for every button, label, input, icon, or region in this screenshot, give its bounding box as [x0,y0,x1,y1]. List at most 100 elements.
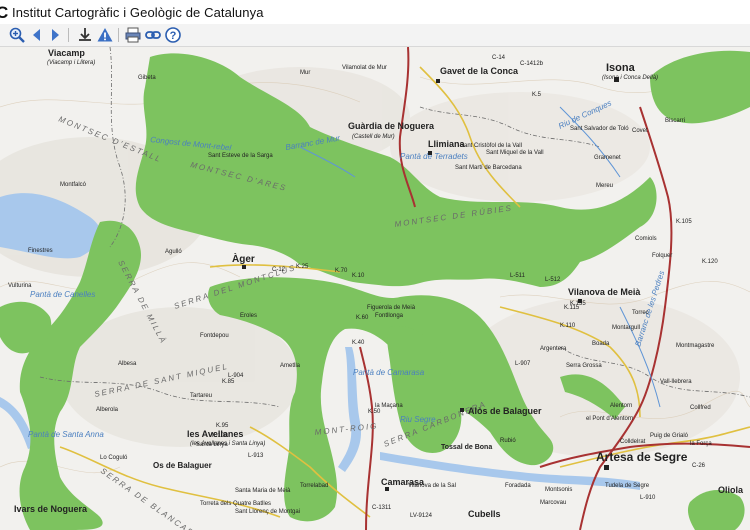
village-label: Puig de Grialó [650,433,689,439]
village-label: Fontllonga [375,313,404,319]
road-label: L-907 [515,361,531,367]
village-label: Torrec [632,310,649,316]
village-label: Folquer [652,253,672,259]
town-sub-label: (Viacamp i Llitera) [47,60,95,66]
village-label: Lo Coguló [100,455,128,461]
village-label: Montfalcó [60,182,87,188]
village-label: Montsonis [545,487,572,493]
town-label: Oliola [718,485,744,495]
village-label: Boada [592,341,610,347]
download-icon[interactable] [76,26,94,44]
village-label: Montargull [612,325,640,331]
village-label: Santa Linya [196,442,228,448]
help-icon[interactable]: ? [164,26,182,44]
village-label: Figuerola de Meià [367,305,416,311]
village-label: Argentera [540,346,567,352]
toolbar-separator [118,28,119,42]
village-label: Rubió [500,438,516,444]
warning-icon[interactable] [96,26,114,44]
village-label: Sant Martí de Barcedana [455,165,522,171]
print-icon[interactable] [124,26,142,44]
town-label: Cubells [468,509,501,519]
village-label: Albesa [118,361,137,367]
village-label: la Força [690,441,712,447]
town-sub-label: (Castell de Mur) [352,134,395,140]
road-label: K.105 [676,219,692,225]
map-toolbar: ? [0,24,750,47]
toolbar-separator [68,28,69,42]
title-bar: C Institut Cartogràfic i Geològic de Cat… [0,0,750,25]
village-label: Tudela de Segre [605,483,650,489]
road-label: C-1412b [520,61,544,67]
village-label: Torrelabad [300,483,328,489]
road-label: L-910 [640,495,656,501]
village-label: Vall-llebrera [660,379,692,385]
village-label: Alberola [96,407,119,413]
water-label: Pantà de Santa Anna [28,430,104,439]
village-label: Montmagastre [676,343,715,349]
village-label: Sant Miquel de la Vall [486,150,544,156]
road-label: L-511 [510,273,526,279]
road-label: K.120 [702,259,718,265]
town-label: Gavet de la Conca [440,66,519,76]
town-label: Tossal de Bona [441,444,492,451]
town-label: Artesa de Segre [596,450,688,464]
village-label: Santa Maria de Meià [235,488,291,494]
app-logo: C [0,3,9,22]
village-label: Mereu [596,183,613,189]
village-label: Tartareu [190,393,212,399]
town-label: Vilanova de Meià [568,287,641,297]
zoom-in-icon[interactable] [8,26,26,44]
road-label: K.110 [560,323,576,329]
road-label: C-14 [492,55,506,61]
town-label: Alòs de Balaguer [468,406,542,416]
town-label: Viacamp [48,48,85,58]
town-label: Ivars de Noguera [14,504,88,514]
village-label: Sant Salvador de Toló [570,126,629,132]
svg-text:?: ? [170,30,177,42]
water-label: Riu Segre [400,415,436,424]
town-label: Os de Balaguer [153,461,212,470]
village-label: Foradada [505,483,531,489]
road-label: K.50 [368,409,381,415]
app-title: Institut Cartogràfic i Geològic de Catal… [12,5,264,20]
village-label: Marcovau [540,500,566,506]
road-label: K.95 [216,423,229,429]
water-label: Pantà de Canelles [30,290,95,299]
village-label: Agulló [165,249,182,255]
link-icon[interactable] [144,26,162,44]
village-label: Alentorn [610,403,632,409]
water-label: Pantà de Terradets [400,152,468,161]
road-label: K.40 [352,340,365,346]
road-label: L-512 [545,277,561,283]
village-label: Fontdepou [200,333,229,339]
village-label: Colldelrat [620,439,646,445]
village-label: Sant Llorenç de Montgai [235,509,300,515]
road-label: K.5 [532,92,542,98]
road-label: K.70 [335,268,348,274]
village-label: Serra Grossa [566,363,602,369]
village-label: Sant Esteve de la Sarga [208,153,273,159]
map-canvas[interactable]: MONTSEC D'ESTALL MONTSEC D'ARES MONTSEC … [0,47,750,530]
village-label: Eroles [240,313,257,319]
village-label: Covet [632,128,648,134]
road-label: C-1311 [372,505,392,511]
road-label: K.85 [222,379,235,385]
topographic-map[interactable]: MONTSEC D'ESTALL MONTSEC D'ARES MONTSEC … [0,47,750,530]
village-label: Vilanova de la Sal [408,483,456,489]
village-label: Mur [300,70,310,76]
road-label: K.60 [356,315,369,321]
forward-icon[interactable] [46,26,64,44]
town-label: Isona [606,62,636,74]
town-label: Àger [232,252,255,265]
back-icon[interactable] [28,26,46,44]
village-label: Ametlla [280,363,301,369]
road-label: K.100 [212,433,228,439]
village-label: Gibeta [138,75,156,81]
road-label: C-26 [692,463,706,469]
village-label: Vulturina [8,283,32,289]
town-label: Guàrdia de Noguera [348,121,435,131]
road-label: LV-9124 [410,513,433,519]
water-label: Pantà de Camarasa [353,368,425,377]
town-sub-label: (Isona i Conca Dellà) [602,75,658,81]
